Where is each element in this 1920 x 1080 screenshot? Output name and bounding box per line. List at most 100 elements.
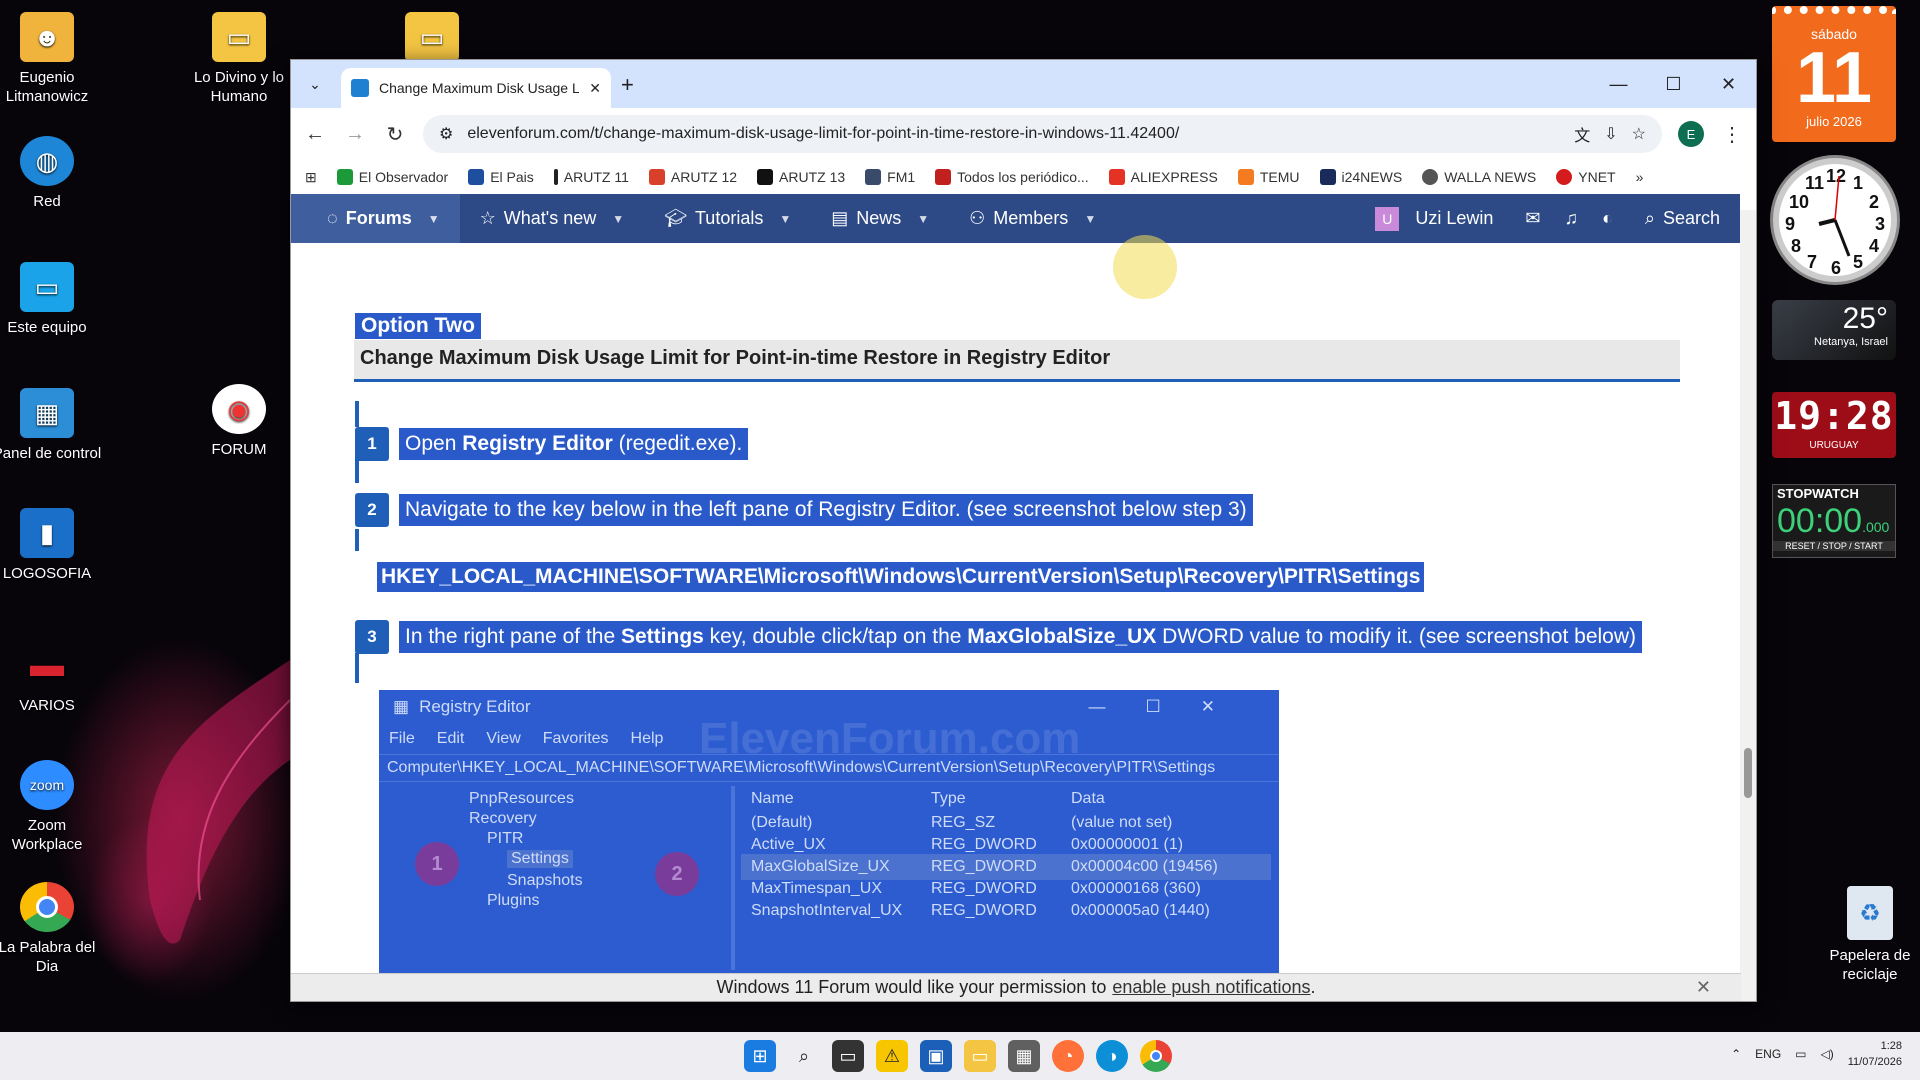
volume-icon[interactable]: ◁) <box>1821 1047 1834 1061</box>
maximize-button[interactable]: ☐ <box>1646 60 1701 108</box>
step-3: 3 In the right pane of the Settings key,… <box>355 620 1643 654</box>
browser-menu-icon[interactable]: ⋮ <box>1720 122 1744 147</box>
bookmark-item[interactable]: ALIEXPRESS <box>1108 169 1218 185</box>
nav-user[interactable]: U Uzi Lewin <box>1355 194 1513 243</box>
file-explorer-icon[interactable]: ▭ <box>964 1040 996 1072</box>
values-header: Name Type Data <box>751 790 1105 807</box>
search-icon: ⌕ <box>1644 208 1655 228</box>
user-avatar: U <box>1375 206 1400 231</box>
new-tab-button[interactable]: + <box>621 72 634 98</box>
nav-inbox[interactable]: ✉ <box>1513 194 1552 243</box>
bookmark-item[interactable]: FM1 <box>865 169 915 185</box>
system-tray: ⌃ ENG ▭ ◁) 1:28 11/07/2026 <box>1731 1038 1902 1070</box>
stopwatch-controls[interactable]: RESET / STOP / START <box>1773 541 1895 551</box>
analog-clock-widget[interactable]: 12 1 2 3 4 5 6 7 8 9 10 11 <box>1773 158 1897 282</box>
apps-grid-icon[interactable]: ⊞ <box>305 169 317 186</box>
bookmark-item[interactable]: Todos los periódico... <box>935 169 1089 185</box>
bookmark-star-icon[interactable]: ☆ <box>1632 124 1646 144</box>
desktop-icon-este-equipo[interactable]: ▭ Este equipo <box>0 262 102 337</box>
site-info-icon[interactable]: ⚙ <box>439 124 453 144</box>
desktop-icon-recycle-bin[interactable]: ♻ Papelera de reciclaje <box>1820 886 1920 984</box>
task-view-icon[interactable]: ▭ <box>832 1040 864 1072</box>
language-indicator[interactable]: ENG <box>1755 1047 1781 1061</box>
bookmark-favicon-icon <box>648 169 665 185</box>
nav-tutorials[interactable]: 🎓︎ Tutorials ▼ <box>644 194 811 243</box>
network-icon[interactable]: ▭ <box>1795 1047 1806 1061</box>
calendar-widget[interactable]: sábado 11 julio 2026 <box>1772 6 1896 142</box>
search-icon[interactable]: ⌕ <box>788 1040 820 1072</box>
weather-widget[interactable]: 25° Netanya, Israel <box>1772 300 1896 360</box>
tab-search-button[interactable]: ⌄ <box>301 70 329 98</box>
back-arrow-icon[interactable]: ← <box>303 123 327 146</box>
bookmark-favicon-icon <box>1422 169 1439 185</box>
firefox-icon[interactable]: ◔ <box>1052 1040 1084 1072</box>
tray-clock[interactable]: 1:28 11/07/2026 <box>1848 1038 1902 1070</box>
chevron-down-icon: ▼ <box>1084 211 1097 226</box>
clock-hands <box>1818 175 1851 257</box>
stopwatch-widget[interactable]: STOPWATCH 00:00.000 RESET / STOP / START <box>1772 484 1896 558</box>
bookmark-item[interactable]: TEMU <box>1237 169 1300 185</box>
nav-members[interactable]: ⚇ Members ▼ <box>949 194 1116 243</box>
reload-icon[interactable]: ↻ <box>383 122 407 147</box>
desktop-icon-varios[interactable]: ▬ VARIOS <box>0 640 102 715</box>
nav-news[interactable]: ▤ News ▼ <box>811 194 949 243</box>
chevron-down-icon: ▼ <box>612 211 625 226</box>
tab-close-icon[interactable]: ✕ <box>589 80 601 97</box>
url-text[interactable]: elevenforum.com/t/change-maximum-disk-us… <box>467 125 1560 143</box>
desktop-icon-lo-divino[interactable]: ▭ Lo Divino y lo Humano <box>184 12 294 106</box>
nav-whats-new[interactable]: ☆ What's new ▼ <box>460 194 645 243</box>
scrollbar-thumb[interactable] <box>1744 748 1752 798</box>
bookmark-item[interactable]: ARUTZ 12 <box>648 169 737 185</box>
translate-icon[interactable]: 文 <box>1574 122 1590 146</box>
bookmark-item[interactable]: El Observador <box>336 169 448 185</box>
profile-avatar[interactable]: E <box>1678 121 1704 147</box>
registry-editor-screenshot[interactable]: ElevenForum.com ▦ Registry Editor —☐✕ Fi… <box>379 690 1279 974</box>
desktop-icon-logosofia[interactable]: ▮ LOGOSOFIA <box>0 508 102 583</box>
forward-arrow-icon[interactable]: → <box>343 123 367 146</box>
desktop-icon-la-palabra[interactable]: La Palabra del Dia <box>0 882 102 976</box>
close-window-button[interactable]: ✕ <box>1701 60 1756 108</box>
close-notification-icon[interactable]: ✕ <box>1696 977 1711 998</box>
calculator-icon[interactable]: ▦ <box>1008 1040 1040 1072</box>
digital-clock-widget[interactable]: 19:28 URUGUAY <box>1772 392 1896 458</box>
desktop-icon-forum[interactable]: ◉ FORUM <box>184 384 294 459</box>
bookmark-favicon-icon <box>336 169 353 185</box>
bookmark-item[interactable]: WALLA NEWS <box>1422 169 1536 185</box>
monitor-icon: ▭ <box>20 262 74 312</box>
nav-forums[interactable]: ◌ Forums ▼ <box>291 194 460 243</box>
stopwatch-time: 00:00 <box>1777 502 1863 540</box>
bookmark-item[interactable]: ARUTZ 11 <box>553 169 629 185</box>
bookmark-item[interactable]: ARUTZ 13 <box>757 169 845 185</box>
digital-clock-time: 19:28 <box>1774 394 1894 438</box>
step-1: 1 Open Registry Editor (regedit.exe). <box>355 427 749 461</box>
nav-alerts[interactable]: ♫ <box>1552 194 1590 243</box>
step-number: 1 <box>355 427 389 461</box>
minimize-button[interactable]: — <box>1591 60 1646 108</box>
desktop-icon-eugenio[interactable]: ☻ Eugenio Litmanowicz <box>0 12 102 106</box>
envelope-icon: ✉ <box>1525 208 1541 228</box>
folder-user-icon: ☻ <box>20 12 74 62</box>
windows-start-icon[interactable]: ⊞ <box>744 1040 776 1072</box>
bookmark-item[interactable]: El Pais <box>468 169 534 185</box>
bookmark-favicon-icon <box>1556 169 1573 185</box>
nav-search[interactable]: ⌕ Search <box>1625 194 1740 243</box>
bookmark-favicon-icon <box>468 169 485 185</box>
bookmark-item[interactable]: YNET <box>1556 169 1616 185</box>
stopwatch-ms: .000 <box>1862 519 1890 535</box>
nav-theme[interactable]: ◐ <box>1590 194 1625 243</box>
desktop-icon-zoom[interactable]: zoom Zoom Workplace <box>0 760 102 854</box>
chevron-up-icon[interactable]: ⌃ <box>1731 1047 1741 1061</box>
bookmark-item[interactable]: i24NEWS <box>1319 169 1402 185</box>
warning-app-icon[interactable]: ⚠ <box>876 1040 908 1072</box>
desktop-icon-panel-de-control[interactable]: ▦ Panel de control <box>0 388 102 463</box>
browser-tab-active[interactable]: Change Maximum Disk Usage L ✕ <box>341 68 611 108</box>
store-icon[interactable]: ▣ <box>920 1040 952 1072</box>
install-app-icon[interactable]: ⇩ <box>1604 124 1617 144</box>
desktop-icon-red[interactable]: ◍ Red <box>0 136 102 211</box>
address-bar[interactable]: ⚙ elevenforum.com/t/change-maximum-disk-… <box>423 115 1662 153</box>
more-bookmarks-icon[interactable]: » <box>1636 169 1644 185</box>
page-scrollbar[interactable] <box>1740 210 1756 1001</box>
edge-icon[interactable]: ◑ <box>1096 1040 1128 1072</box>
enable-push-link[interactable]: enable push notifications <box>1112 977 1310 998</box>
chrome-icon[interactable] <box>1140 1040 1172 1072</box>
